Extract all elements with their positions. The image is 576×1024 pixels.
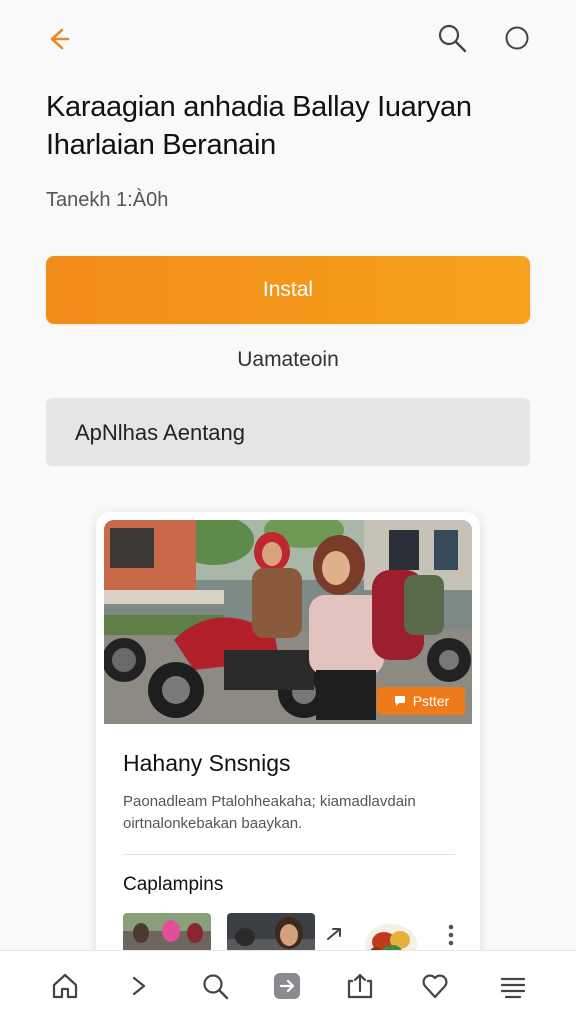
preview-photo[interactable]: Pstter [104,520,472,724]
bottom-nav [0,950,576,1024]
card-subtitle: Caplampins [123,874,224,895]
thumbnail-1[interactable] [123,913,211,953]
about-section[interactable]: ApNlhas Aentang [46,398,530,466]
card-description: Paonadleam Ptalohheakaha; kiamadlavdain … [123,791,463,835]
preview-card: Pstter Hahany Snsnigs Paonadleam Ptalohh… [96,512,480,972]
thumbnail-2[interactable] [227,913,315,953]
circle-icon[interactable] [503,24,531,52]
chat-bubble-icon [394,696,405,706]
card-desc-line-2: oirtnalonkebakan baaykan. [123,815,303,832]
divider [123,854,455,855]
page-title: Karaagian anhadia Ballay Iuaryan Iharlai… [46,88,546,164]
date-text: Tanekh 1:À0h [46,189,169,211]
install-button[interactable]: Instal [46,256,530,324]
top-bar [0,0,576,80]
play-badge[interactable]: Pstter [377,687,465,715]
title-line-2: Iharlaian Beranain [46,129,276,161]
stack-icon[interactable] [498,971,528,1001]
secondary-link[interactable]: Uamateoin [0,348,576,372]
about-label: ApNlhas Aentang [75,420,246,445]
heart-icon[interactable] [420,971,450,1001]
upload-icon[interactable] [345,971,375,1001]
add-square-icon[interactable] [272,971,302,1001]
more-options-icon[interactable] [445,922,457,948]
home-icon[interactable] [50,971,80,1001]
search-icon[interactable] [200,971,230,1001]
arrow-left-icon[interactable] [42,24,72,54]
chevron-right-icon[interactable] [124,971,154,1001]
search-icon[interactable] [436,22,468,54]
card-title: Hahany Snsnigs [123,750,291,776]
play-badge-label: Pstter [412,693,450,709]
arrow-right-icon [324,923,346,945]
card-desc-line-1: Paonadleam Ptalohheakaha; kiamadlavdain [123,793,416,810]
title-line-1: Karaagian anhadia Ballay Iuaryan [46,91,472,123]
